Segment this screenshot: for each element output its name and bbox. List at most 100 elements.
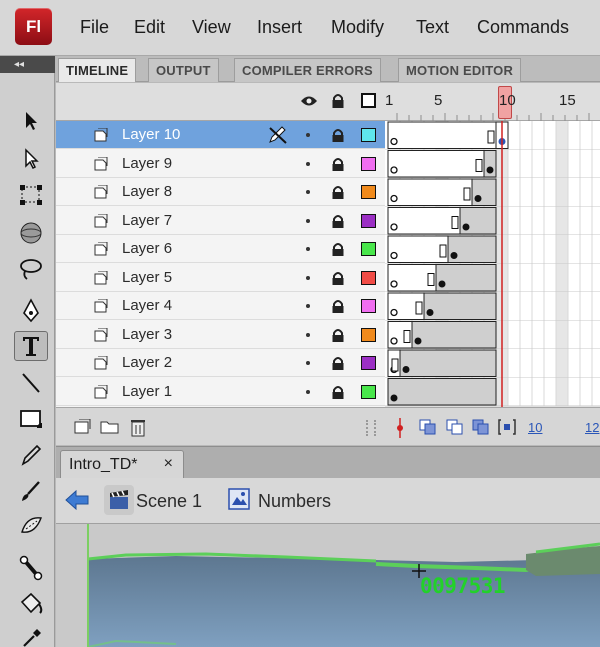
lock-all-icon[interactable] (331, 93, 345, 114)
pencil-tool-icon[interactable] (14, 440, 48, 470)
layer-name[interactable]: Layer 9 (122, 155, 172, 172)
menu-file[interactable]: File (80, 17, 109, 38)
menu-commands[interactable]: Commands (477, 17, 569, 38)
layer-header[interactable]: Layer 10 (56, 121, 385, 149)
back-arrow-icon[interactable] (64, 489, 90, 511)
visibility-dot[interactable] (306, 161, 310, 166)
visibility-dot[interactable] (306, 275, 310, 280)
paint-bucket-tool-icon[interactable] (14, 589, 48, 619)
layer-header[interactable]: Layer 8 (56, 178, 385, 206)
line-tool-icon[interactable] (14, 368, 48, 398)
panel-resize-grip-icon[interactable] (366, 420, 376, 436)
layer-outline-color-swatch[interactable] (361, 156, 376, 171)
lock-icon[interactable] (331, 299, 345, 319)
layer-name[interactable]: Layer 1 (122, 383, 172, 400)
onion-skin-outlines-icon[interactable] (446, 419, 464, 440)
frame-ruler[interactable]: 1 5 15 (385, 83, 600, 121)
layer-name[interactable]: Layer 7 (122, 212, 172, 229)
tab-timeline[interactable]: TIMELINE (58, 58, 137, 82)
document-tab[interactable]: Intro_TD* × (60, 450, 184, 479)
layer-outline-color-swatch[interactable] (361, 356, 376, 370)
lock-icon[interactable] (331, 328, 345, 348)
delete-layer-icon[interactable] (130, 417, 146, 442)
layer-outline-color-swatch[interactable] (361, 327, 376, 342)
free-transform-tool-icon[interactable] (14, 180, 48, 210)
edit-multiple-frames-icon[interactable] (472, 419, 490, 440)
layer-header[interactable]: Layer 6 (56, 235, 385, 263)
layer-name[interactable]: Layer 6 (122, 240, 172, 257)
layer-header[interactable]: Layer 1 (56, 377, 385, 406)
layer-header[interactable]: Layer 4 (56, 292, 385, 320)
frame-grid[interactable] (385, 121, 600, 407)
close-document-icon[interactable]: × (164, 455, 173, 473)
text-tool-icon[interactable] (14, 331, 48, 361)
pen-tool-icon[interactable] (14, 296, 48, 326)
bone-tool-icon[interactable] (14, 553, 48, 583)
lock-icon[interactable] (331, 271, 345, 291)
lasso-tool-icon[interactable] (14, 254, 48, 284)
tab-motion-editor[interactable]: MOTION EDITOR (398, 58, 522, 82)
breadcrumb-scene[interactable]: Scene 1 (136, 491, 202, 512)
visibility-dot[interactable] (306, 133, 310, 137)
lock-icon[interactable] (331, 214, 345, 234)
outline-all-icon[interactable] (361, 93, 376, 108)
layer-header[interactable]: Layer 5 (56, 263, 385, 292)
modify-onion-markers-icon[interactable] (498, 419, 516, 440)
layer-outline-color-swatch[interactable] (361, 299, 376, 313)
lock-icon[interactable] (331, 128, 345, 148)
visibility-dot[interactable] (306, 361, 310, 365)
brush-tool-icon[interactable] (14, 476, 48, 506)
layer-name[interactable]: Layer 4 (122, 297, 172, 314)
layer-header[interactable]: Layer 9 (56, 149, 385, 178)
tools-collapse-button[interactable]: ◂◂ (0, 56, 55, 73)
score-counter-text[interactable]: 0097531 (420, 574, 506, 598)
lock-icon[interactable] (331, 242, 345, 262)
breadcrumb-symbol[interactable]: Numbers (258, 491, 331, 512)
layer-name[interactable]: Layer 5 (122, 269, 172, 286)
subselection-tool-icon[interactable] (14, 144, 48, 174)
layer-outline-color-swatch[interactable] (361, 128, 376, 142)
show-hide-eye-icon[interactable] (300, 94, 318, 113)
layer-name[interactable]: Layer 3 (122, 326, 172, 343)
layer-header[interactable]: Layer 7 (56, 206, 385, 235)
lock-icon[interactable] (331, 185, 345, 205)
layer-header[interactable]: Layer 3 (56, 320, 385, 349)
layer-outline-color-swatch[interactable] (361, 185, 376, 199)
visibility-dot[interactable] (306, 389, 310, 394)
center-frame-icon[interactable] (394, 418, 406, 443)
tab-compiler-errors[interactable]: COMPILER ERRORS (234, 58, 381, 82)
lock-icon[interactable] (331, 157, 345, 177)
layer-header[interactable]: Layer 2 (56, 349, 385, 377)
layer-outline-color-swatch[interactable] (361, 213, 376, 228)
visibility-dot[interactable] (306, 304, 310, 308)
blank-keyframe (390, 251, 398, 260)
lock-icon[interactable] (331, 356, 345, 376)
layer-name[interactable]: Layer 2 (122, 354, 172, 371)
timeline-footer: 10 12 (56, 407, 600, 445)
tab-output[interactable]: OUTPUT (148, 58, 219, 82)
visibility-dot[interactable] (306, 332, 310, 337)
deco-tool-icon[interactable] (14, 510, 48, 540)
stage[interactable]: 0097531 (56, 524, 600, 647)
onion-skin-icon[interactable] (419, 419, 437, 440)
layer-name[interactable]: Layer 8 (122, 183, 172, 200)
visibility-dot[interactable] (306, 218, 310, 223)
layer-outline-color-swatch[interactable] (361, 270, 376, 285)
rectangle-tool-icon[interactable] (14, 404, 48, 434)
selection-tool-icon[interactable] (14, 106, 48, 136)
layer-name[interactable]: Layer 10 (122, 126, 180, 143)
new-folder-icon[interactable] (100, 419, 120, 440)
menu-text[interactable]: Text (416, 17, 449, 38)
menu-edit[interactable]: Edit (134, 17, 165, 38)
3d-rotation-tool-icon[interactable] (14, 218, 48, 248)
visibility-dot[interactable] (306, 190, 310, 194)
new-layer-icon[interactable] (74, 418, 92, 440)
lock-icon[interactable] (331, 385, 345, 405)
menu-insert[interactable]: Insert (257, 17, 302, 38)
layer-outline-color-swatch[interactable] (361, 384, 376, 399)
menu-view[interactable]: View (192, 17, 231, 38)
eyedropper-tool-icon[interactable] (14, 622, 48, 647)
layer-outline-color-swatch[interactable] (361, 242, 376, 256)
menu-modify[interactable]: Modify (331, 17, 384, 38)
visibility-dot[interactable] (306, 247, 310, 251)
